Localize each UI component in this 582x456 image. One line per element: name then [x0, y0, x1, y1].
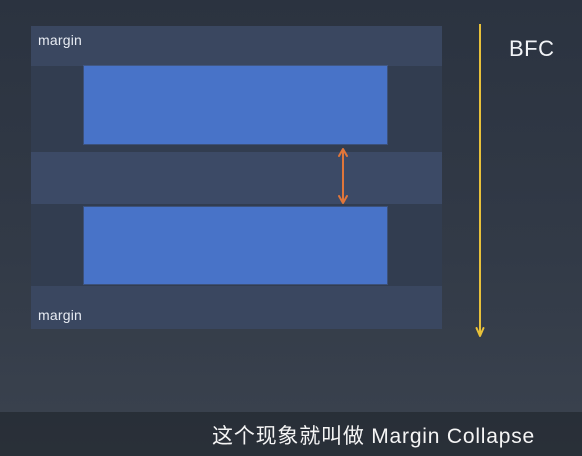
bfc-vertical-arrow-icon	[475, 24, 485, 337]
bfc-container: margin margin	[31, 26, 442, 329]
margin-label-bottom: margin	[38, 307, 82, 323]
collapsed-margin-arrow-icon	[338, 148, 348, 204]
top-block	[84, 66, 387, 144]
top-margin-band	[31, 26, 442, 66]
margin-label-top: margin	[38, 32, 82, 48]
subtitle-caption: 这个现象就叫做 Margin Collapse	[212, 425, 535, 448]
bottom-margin-band	[31, 286, 442, 329]
bottom-block	[84, 207, 387, 284]
collapsed-margin-band	[31, 152, 442, 204]
bfc-label: BFC	[509, 36, 555, 61]
